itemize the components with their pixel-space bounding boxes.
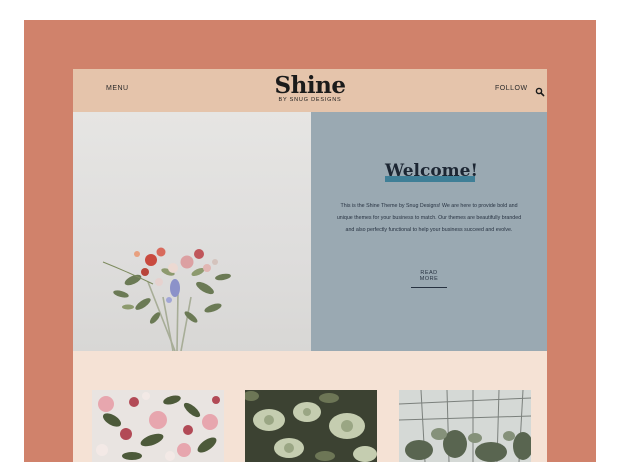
blog-card-image[interactable] (92, 390, 224, 462)
welcome-heading: Welcome! (385, 160, 478, 186)
menu-link[interactable]: MENU (106, 85, 129, 92)
read-more-link[interactable]: READ MORE (411, 270, 447, 288)
follow-link[interactable]: FOLLOW (495, 85, 528, 92)
logo-subtitle: BY SNUG DESIGNS (278, 97, 342, 103)
welcome-panel: Welcome! This is the Shine Theme by Snug… (311, 112, 547, 351)
blog-card-image[interactable] (245, 390, 377, 462)
site-logo[interactable]: Shine BY SNUG DESIGNS (258, 73, 362, 103)
preview-frame: MENU Shine BY SNUG DESIGNS FOLLOW Welcom… (24, 20, 596, 462)
search-icon[interactable] (535, 84, 545, 97)
hero-bouquet-image (73, 112, 311, 351)
site-header: MENU Shine BY SNUG DESIGNS FOLLOW (73, 69, 547, 112)
website-preview: MENU Shine BY SNUG DESIGNS FOLLOW Welcom… (73, 69, 547, 462)
blog-card-image[interactable] (399, 390, 531, 462)
logo-title: Shine (274, 72, 346, 99)
welcome-body-text: This is the Shine Theme by Snug Designs!… (336, 203, 522, 233)
welcome-title: Welcome! (385, 161, 478, 181)
